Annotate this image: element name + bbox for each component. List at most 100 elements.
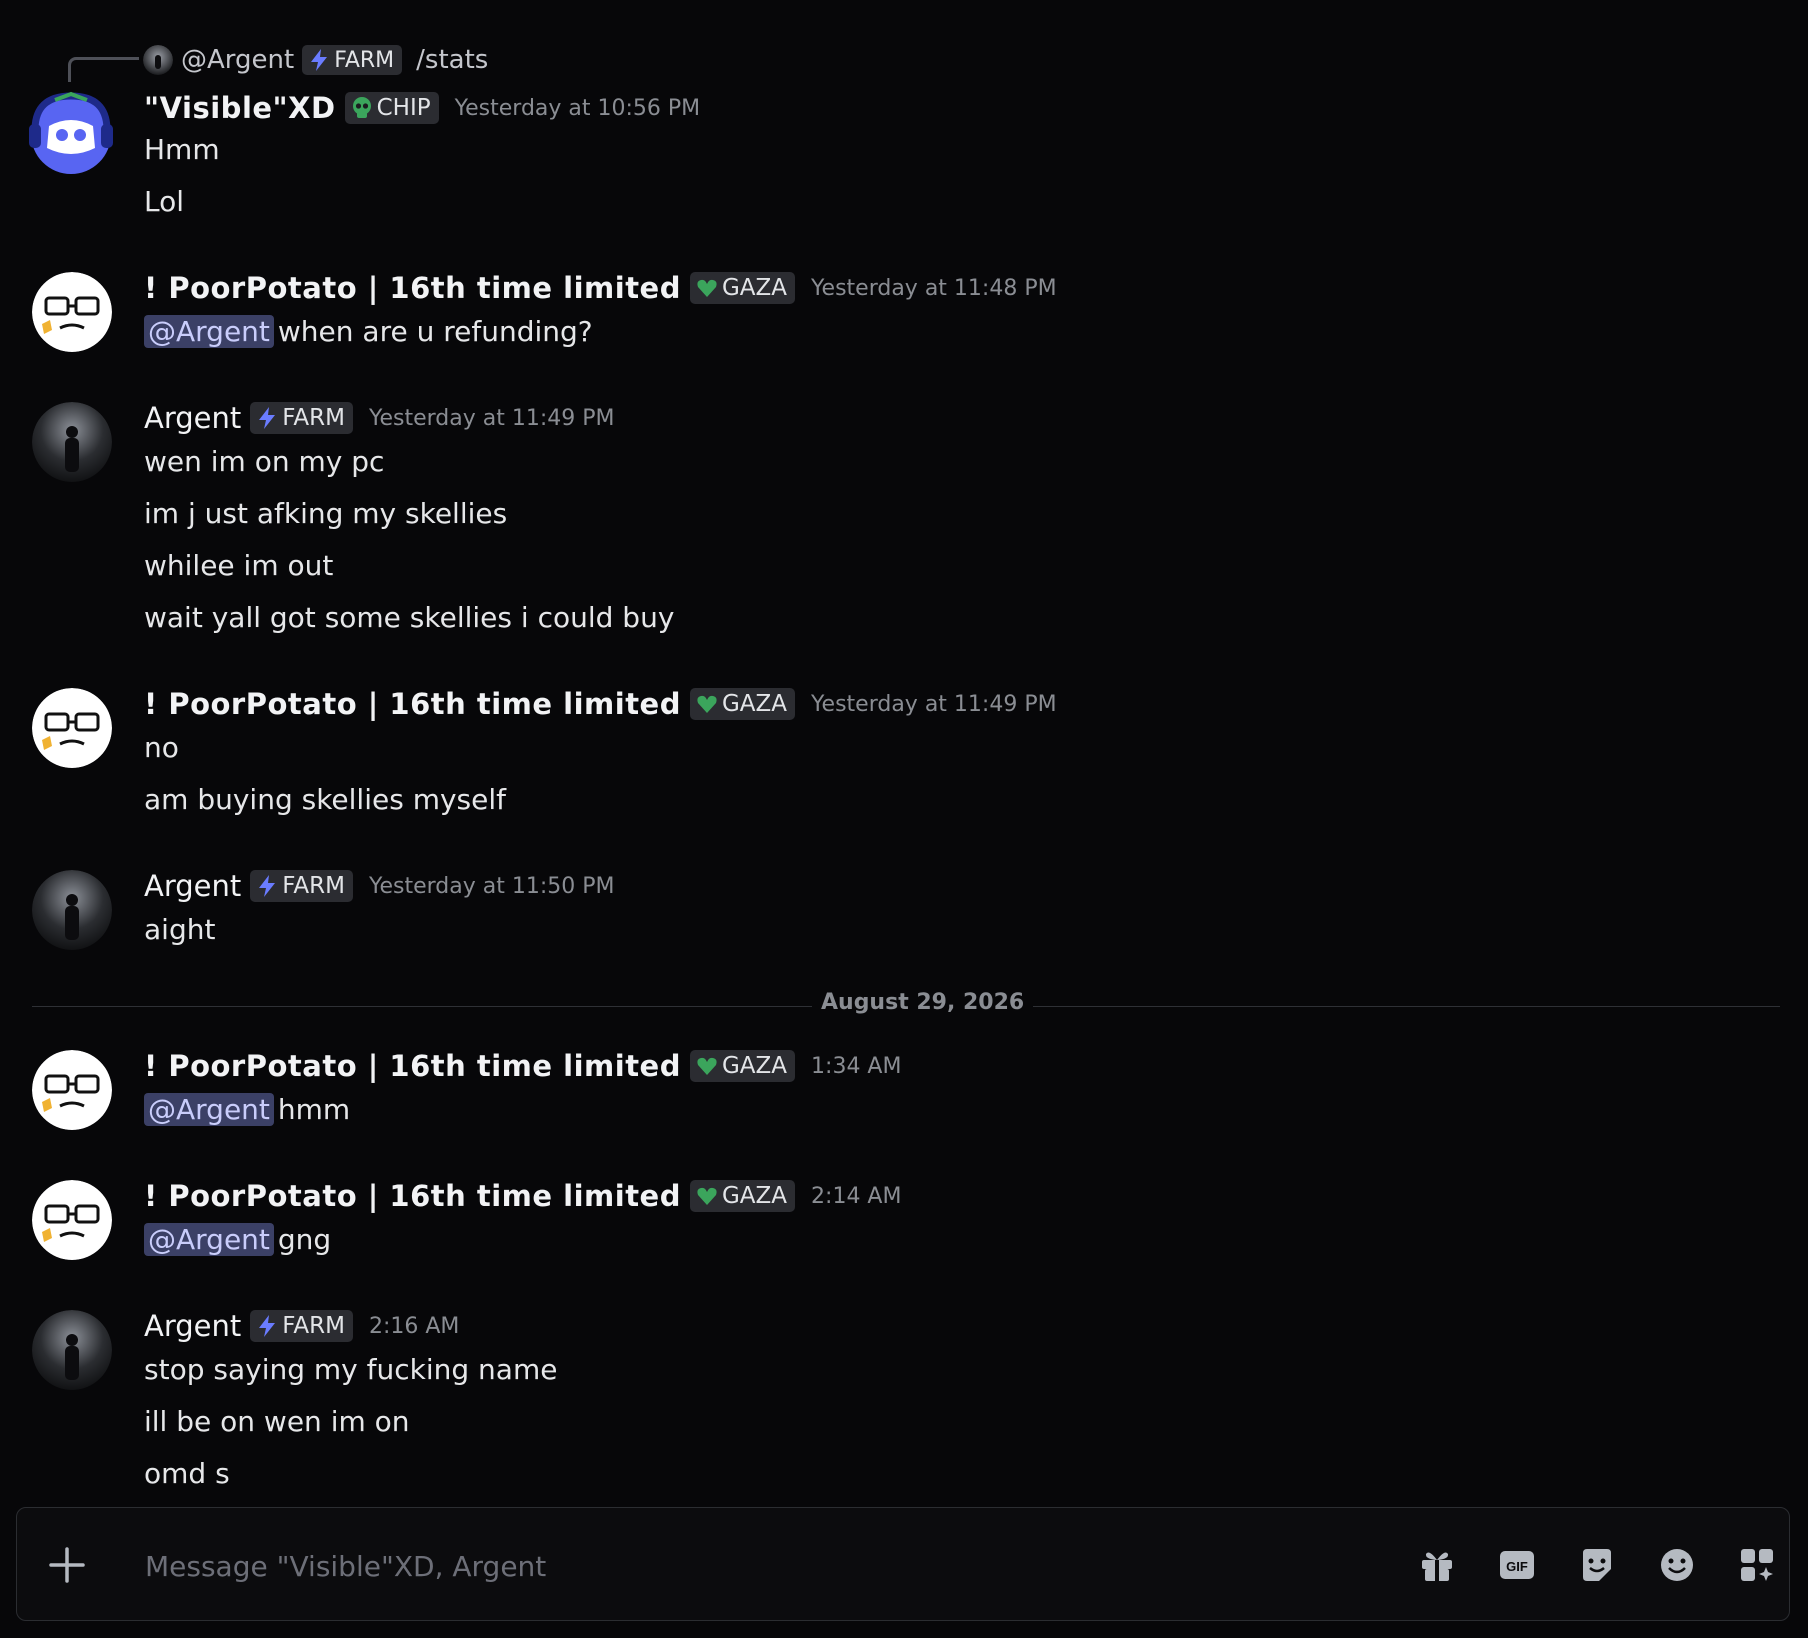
apps-icon [1741,1549,1773,1581]
message-text: Lol [144,185,185,218]
reply-role-tag: FARM [302,45,403,75]
username[interactable]: Argent [144,401,241,435]
timestamp[interactable]: Yesterday at 11:49 PM [811,692,1057,717]
role-tag: CHIP [344,92,439,124]
avatar[interactable] [32,688,112,768]
avatar[interactable] [32,1310,112,1390]
role-tag-label: FARM [282,873,345,899]
message-header: ! PoorPotato | 16th time limited GAZA Ye… [144,270,1057,306]
role-tag: FARM [250,1310,353,1342]
apps-button[interactable] [1737,1545,1777,1585]
role-tag: FARM [250,870,353,902]
role-tag: FARM [250,402,353,434]
timestamp[interactable]: Yesterday at 11:48 PM [811,276,1057,301]
username[interactable]: Argent [144,869,241,903]
message-text: im j ust afking my skellies [144,497,508,530]
role-tag: GAZA [689,1180,796,1212]
role-tag: GAZA [689,272,796,304]
message-header: "Visible"XD CHIP Yesterday at 10:56 PM [144,90,700,126]
plus-icon [49,1547,85,1583]
svg-text:GIF: GIF [1506,1559,1528,1574]
reply-mention[interactable]: @Argent [181,45,294,75]
lightning-icon [311,49,328,71]
reply-connector [68,57,139,82]
gift-icon [1422,1552,1452,1581]
message-header: ! PoorPotato | 16th time limited GAZA Ye… [144,686,1057,722]
username[interactable]: Argent [144,1309,241,1343]
sticker-icon [1583,1549,1611,1581]
role-tag-label: CHIP [376,95,431,121]
lightning-icon [259,1315,276,1337]
message-text: no [144,731,179,764]
username[interactable]: ! PoorPotato | 16th time limited [144,271,681,305]
username[interactable]: ! PoorPotato | 16th time limited [144,687,681,721]
message-input[interactable] [143,1538,1147,1594]
message-text: aight [144,913,216,946]
username[interactable]: "Visible"XD [144,91,336,125]
message-text-content: when are u refunding? [277,315,593,348]
heart-icon [697,695,717,713]
skull-icon [352,97,371,118]
avatar[interactable] [32,272,112,352]
message-text: @Argent gng [144,1220,331,1260]
message-composer: GIF [16,1507,1790,1621]
gif-icon: GIF [1500,1551,1534,1579]
message-text: @Argent when are u refunding? [144,312,593,352]
role-tag: GAZA [689,688,796,720]
heart-icon [697,1187,717,1205]
message-text: am buying skellies myself [144,783,507,816]
gif-button[interactable]: GIF [1497,1545,1537,1585]
role-tag-label: GAZA [721,275,788,301]
role-tag-label: GAZA [721,1053,788,1079]
role-tag-label: GAZA [721,691,788,717]
message-text: omd s [144,1457,230,1490]
user-mention[interactable]: @Argent [144,1093,274,1126]
avatar[interactable] [32,1180,112,1260]
reply-command[interactable]: /stats [416,45,488,75]
heart-icon [697,1057,717,1075]
message-header: Argent FARM 2:16 AM [144,1308,459,1344]
message-text: wait yall got some skellies i could buy [144,601,675,634]
role-tag-label: GAZA [721,1183,788,1209]
message-text: ill be on wen im on [144,1405,410,1438]
timestamp[interactable]: Yesterday at 11:49 PM [369,406,615,431]
message-text: stop saying my fucking name [144,1353,558,1386]
message-header: ! PoorPotato | 16th time limited GAZA 2:… [144,1178,901,1214]
timestamp[interactable]: 2:16 AM [369,1314,459,1339]
date-divider: August 29, 2026 [812,990,1034,1015]
reply-avatar [143,45,173,75]
message-text: Hmm [144,133,220,166]
heart-icon [697,279,717,297]
message-text-content: gng [277,1223,332,1256]
avatar[interactable] [32,402,112,482]
message-text: wen im on my pc [144,445,385,478]
timestamp[interactable]: Yesterday at 10:56 PM [455,96,701,121]
username[interactable]: ! PoorPotato | 16th time limited [144,1179,681,1213]
gift-button[interactable] [1417,1545,1457,1585]
avatar[interactable] [25,86,117,178]
timestamp[interactable]: 2:14 AM [811,1184,901,1209]
timestamp[interactable]: Yesterday at 11:50 PM [369,874,615,899]
emoji-button[interactable] [1657,1545,1697,1585]
role-tag: GAZA [689,1050,796,1082]
message-header: Argent FARM Yesterday at 11:49 PM [144,400,615,436]
lightning-icon [259,875,276,897]
role-tag-label: FARM [282,1313,345,1339]
lightning-icon [259,407,276,429]
user-mention[interactable]: @Argent [144,315,274,348]
sticker-button[interactable] [1577,1545,1617,1585]
reply-tag-label: FARM [334,47,395,73]
message-list: @Argent FARM /stats "Visible"XD CHIP Yes… [0,0,1808,1500]
avatar[interactable] [32,1050,112,1130]
message-text: whilee im out [144,549,334,582]
attach-button[interactable] [47,1545,87,1585]
user-mention[interactable]: @Argent [144,1223,274,1256]
emoji-icon [1661,1549,1693,1581]
username[interactable]: ! PoorPotato | 16th time limited [144,1049,681,1083]
role-tag-label: FARM [282,405,345,431]
message-text: @Argent hmm [144,1090,350,1130]
message-text-content: hmm [277,1093,351,1126]
avatar[interactable] [32,870,112,950]
reply-preview[interactable]: @Argent FARM /stats [143,40,488,80]
timestamp[interactable]: 1:34 AM [811,1054,901,1079]
